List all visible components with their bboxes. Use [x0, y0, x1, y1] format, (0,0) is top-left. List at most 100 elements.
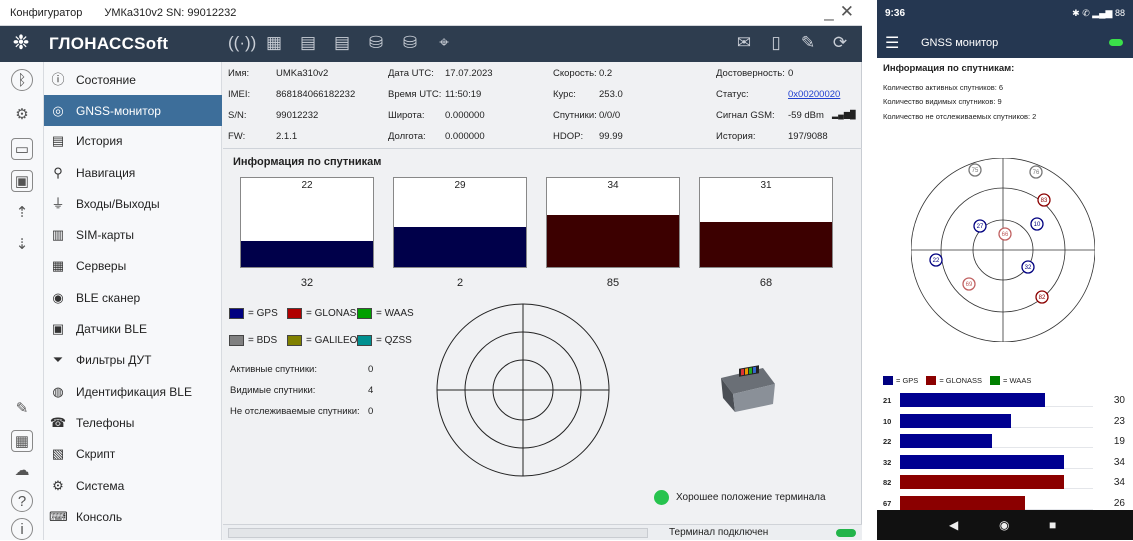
nav-item-label: Консоль — [76, 509, 123, 524]
nav-item[interactable]: ◎ GNSS-монитор — [44, 95, 222, 126]
back-button[interactable]: ◀ — [949, 518, 958, 532]
nav-item[interactable]: ◍ Идентификация BLE — [44, 376, 222, 407]
phone-status-icons: ✱ ✆ ▂▄▆ 88 — [1072, 8, 1125, 18]
satellite-radar — [436, 303, 610, 477]
satellite-snr-box: 31 — [699, 177, 833, 268]
satellite-icon: ◎ — [52, 102, 64, 118]
nav-item[interactable]: ▦ Серверы — [44, 250, 222, 281]
mobile-screenshot: 9:36 ✱ ✆ ▂▄▆ 88 ☰ GNSS монитор Информаци… — [877, 0, 1133, 540]
save-icon[interactable]: ▣ — [11, 170, 33, 192]
legend-swatch — [229, 335, 244, 346]
snr-row: 82 34 — [881, 475, 1129, 489]
info-label: Долгота: — [388, 131, 426, 142]
snr-value: 34 — [607, 180, 619, 191]
app-title: Конфигуратор — [10, 6, 83, 19]
snr-track — [900, 475, 1093, 489]
legend-swatch — [229, 308, 244, 319]
bluetooth-icon[interactable]: ᛒ — [11, 69, 33, 91]
phone-satellite-radar: 75 76 83 27 66 10 22 69 32 82 — [911, 158, 1095, 342]
svg-text:22: 22 — [933, 258, 940, 264]
database-gear-icon[interactable]: ⛁ — [398, 30, 422, 56]
nav-item[interactable]: ⚲ Навигация — [44, 157, 222, 188]
signature-icon[interactable]: ✎ — [796, 30, 820, 56]
map-pin-off-icon[interactable]: ⌖ — [432, 30, 456, 56]
info-label: Скорость: — [553, 68, 597, 79]
nav-item[interactable]: ▣ Датчики BLE — [44, 313, 222, 344]
nav-item[interactable]: ▧ Скрипт — [44, 438, 222, 469]
snr-level-fill — [394, 226, 526, 267]
info-value: 0.000000 — [445, 110, 485, 121]
info-value[interactable]: 0x00200020 — [788, 89, 840, 100]
info-value: 868184066182232 — [276, 89, 356, 100]
info-value: 0.2 — [599, 68, 613, 79]
info-icon[interactable]: i — [11, 518, 33, 540]
connection-led — [836, 529, 856, 537]
info-label: История: — [716, 131, 756, 142]
nav-item[interactable]: ☎ Телефоны — [44, 407, 222, 438]
envelope-icon[interactable]: ✉ — [732, 30, 756, 56]
satellite-id: 32 — [883, 457, 892, 467]
help-icon[interactable]: ? — [11, 490, 33, 512]
svg-text:66: 66 — [1002, 232, 1009, 238]
nav-item[interactable]: ⌨ Консоль — [44, 501, 222, 532]
legend-swatch — [357, 308, 372, 319]
download-icon[interactable]: ⇣ — [11, 234, 33, 256]
legend-swatch — [287, 335, 302, 346]
satellite-id: 85 — [606, 277, 620, 289]
info-label: Время UTC: — [388, 89, 442, 100]
satellite-marker: 82 — [1035, 290, 1049, 304]
folder-icon[interactable]: ▭ — [11, 138, 33, 160]
connection-status: Терминал подключен — [669, 527, 769, 538]
info-label: Дата UTC: — [388, 68, 434, 79]
terminal-gear-icon[interactable]: ▦ — [262, 30, 286, 56]
info-label: IMEI: — [228, 89, 251, 100]
gear-icon[interactable]: ⚙ — [11, 104, 33, 126]
nav-item-label: Фильтры ДУТ — [76, 352, 152, 367]
satellite-id: 68 — [759, 277, 773, 289]
satellite-dish-icon: ⚲ — [53, 164, 63, 180]
nav-item[interactable]: ◉ BLE сканер — [44, 282, 222, 313]
terminal-disabled-icon[interactable]: ▤ — [330, 30, 354, 56]
snr-value: 23 — [1113, 415, 1125, 427]
stat-label: Видимые спутники: — [230, 385, 316, 396]
document-icon[interactable]: ▯ — [764, 30, 788, 56]
legend-swatch — [287, 308, 302, 319]
satellite-marker: 32 — [1021, 260, 1035, 274]
plug-icon: ⏚ — [51, 195, 65, 211]
hamburger-menu-icon[interactable]: ☰ — [885, 33, 899, 53]
sync-icon[interactable]: ⟳ — [828, 30, 852, 56]
close-button[interactable]: ✕ — [840, 2, 854, 22]
nav-item[interactable]: ▤ История — [44, 125, 222, 156]
database-icon[interactable]: ⛁ — [364, 30, 388, 56]
nav-item[interactable]: ⏚ Входы/Выходы — [44, 188, 222, 219]
minimize-button[interactable]: _ — [824, 2, 833, 22]
edit-icon[interactable]: ✎ — [11, 398, 33, 420]
legend-label: = GLONASS — [939, 376, 983, 385]
phone-nav-bar: ◀ ◉ ■ — [877, 510, 1133, 540]
upload-icon[interactable]: ⇡ — [11, 202, 33, 224]
legend-label: = GALILEO — [306, 335, 358, 346]
grid-icon[interactable]: ▦ — [11, 430, 33, 452]
legend-label: = GLONASS — [306, 308, 363, 319]
info-label: Широта: — [388, 110, 425, 121]
nav-item[interactable]: ⚙ Система — [44, 470, 222, 501]
legend-label: = QZSS — [376, 335, 412, 346]
connection-toggle[interactable] — [1109, 39, 1123, 46]
divider — [223, 148, 862, 149]
legend-label: = WAAS — [376, 308, 414, 319]
terminal-disabled-icon[interactable]: ▤ — [296, 30, 320, 56]
nav-item-label: Скрипт — [76, 446, 116, 461]
cloud-icon[interactable]: ☁ — [11, 460, 33, 482]
wifi-signal-icon[interactable]: ((·)) — [228, 30, 256, 56]
brand-toolbar: ❉ ГЛОНАССSoft ((·)) ▦ ▤ ▤ ⛁ ⛁ ⌖ ✉ ▯ ✎ ⟳ — [0, 26, 862, 62]
home-button[interactable]: ◉ — [999, 518, 1009, 532]
info-value: 2.1.1 — [276, 131, 298, 142]
info-circle-icon: ⓘ — [51, 71, 65, 87]
snr-value: 30 — [1113, 395, 1125, 406]
recents-button[interactable]: ■ — [1049, 518, 1056, 532]
nav-item[interactable]: ⏷ Фильтры ДУТ — [44, 344, 222, 375]
nav-item[interactable]: ▥ SIM-карты — [44, 219, 222, 250]
nav-item[interactable]: ⓘ Состояние — [44, 64, 222, 95]
snr-level-fill — [700, 221, 832, 267]
phone-time: 9:36 — [885, 8, 906, 19]
